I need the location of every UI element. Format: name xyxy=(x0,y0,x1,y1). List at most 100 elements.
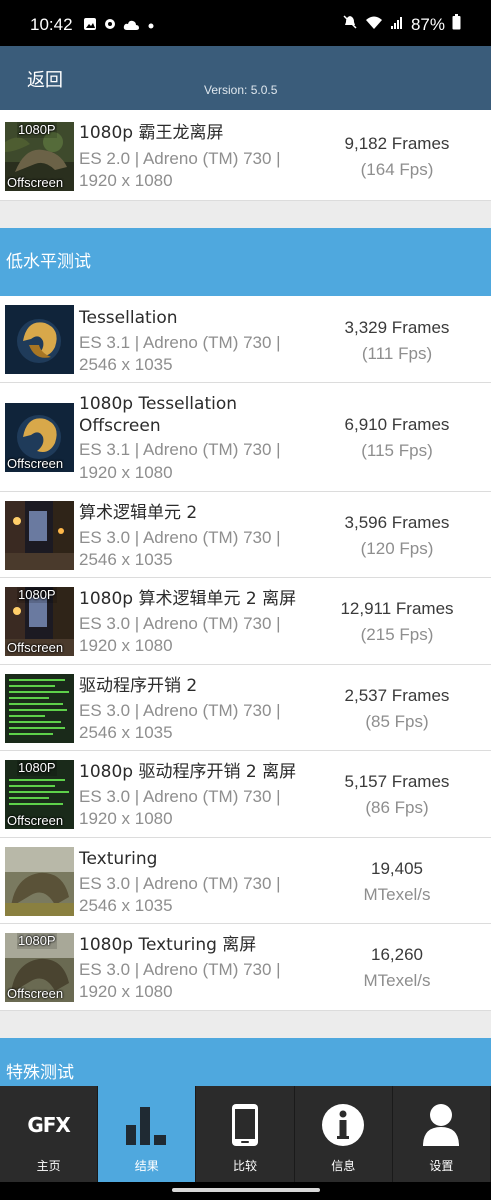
result-row-tessellation[interactable]: Tessellation ES 3.1 | Adreno (TM) 730 | … xyxy=(0,296,491,383)
nav-settings-label: 设置 xyxy=(429,1159,454,1173)
row-api: ES 3.1 | Adreno (TM) 730 | xyxy=(79,333,281,352)
row-resolution: 2546 x 1035 xyxy=(79,896,173,915)
nav-home-label: 主页 xyxy=(36,1159,61,1173)
nav-results-label: 结果 xyxy=(134,1159,159,1173)
row-api: ES 3.1 | Adreno (TM) 730 | xyxy=(79,440,281,459)
row-score: 5,157 Frames xyxy=(344,772,450,791)
row-score-fps: (111 Fps) xyxy=(361,344,433,363)
mute-icon xyxy=(342,14,358,35)
status-bar: 10:42 87% xyxy=(0,0,491,46)
result-row-tessellation-offscreen[interactable]: Offscreen 1080p Tessellation Offscreen E… xyxy=(0,383,491,492)
badge-offscreen: Offscreen xyxy=(7,456,64,471)
status-time: 10:42 xyxy=(30,15,73,34)
thumbnail-texturing xyxy=(5,847,74,916)
result-row-texturing-offscreen[interactable]: 1080P Offscreen 1080p Texturing 离屏 ES 3.… xyxy=(0,924,491,1011)
result-row-alu2-offscreen[interactable]: 1080P Offscreen 1080p 算术逻辑单元 2 离屏 ES 3.0… xyxy=(0,578,491,665)
row-title: 1080p 算术逻辑单元 2 离屏 xyxy=(79,589,297,609)
gfx-logo-icon: GFX xyxy=(27,1113,70,1137)
badge-1080p: 1080P xyxy=(17,122,57,138)
result-row-trex-offscreen[interactable]: 1080P Offscreen 1080p 霸王龙离屏 ES 2.0 | Adr… xyxy=(0,110,491,201)
cloud-icon xyxy=(123,16,140,35)
row-resolution: 2546 x 1035 xyxy=(79,355,173,374)
row-score-fps: (85 Fps) xyxy=(365,712,429,731)
info-icon xyxy=(295,1102,392,1148)
nav-compare[interactable]: 比较 xyxy=(196,1086,295,1182)
row-title: 1080p Texturing 离屏 xyxy=(79,935,257,955)
wifi-icon xyxy=(365,15,383,35)
row-api: ES 3.0 | Adreno (TM) 730 | xyxy=(79,701,281,720)
battery-level: 87% xyxy=(410,14,445,34)
row-score: 3,596 Frames xyxy=(344,513,450,532)
nav-results[interactable]: 结果 xyxy=(98,1086,197,1182)
row-score: 9,182 Frames xyxy=(344,134,450,153)
nav-settings[interactable]: 设置 xyxy=(393,1086,491,1182)
badge-1080p: 1080P xyxy=(17,760,57,776)
row-score-unit: MTexel/s xyxy=(363,885,431,904)
row-score: 6,910 Frames xyxy=(344,415,450,434)
row-resolution: 1920 x 1080 xyxy=(79,463,173,482)
result-row-driver-overhead2-offscreen[interactable]: 1080P Offscreen 1080p 驱动程序开销 2 离屏 ES 3.0… xyxy=(0,751,491,838)
row-score-fps: (86 Fps) xyxy=(365,798,429,817)
nav-info-label: 信息 xyxy=(331,1159,356,1173)
thumbnail-alu2 xyxy=(5,501,74,570)
thumbnail-alu2-offscreen: 1080P Offscreen xyxy=(5,587,74,656)
result-row-texturing[interactable]: Texturing ES 3.0 | Adreno (TM) 730 | 254… xyxy=(0,838,491,924)
image-icon xyxy=(83,16,97,35)
row-api: ES 3.0 | Adreno (TM) 730 | xyxy=(79,787,281,806)
row-api: ES 3.0 | Adreno (TM) 730 | xyxy=(79,528,281,547)
row-title: 算术逻辑单元 2 xyxy=(79,503,198,523)
row-resolution: 1920 x 1080 xyxy=(79,982,173,1001)
row-resolution: 2546 x 1035 xyxy=(79,723,173,742)
row-score-fps: (164 Fps) xyxy=(360,160,434,179)
user-icon xyxy=(393,1102,490,1148)
row-api: ES 3.0 | Adreno (TM) 730 | xyxy=(79,614,281,633)
version-label: Version: 5.0.5 xyxy=(204,83,278,97)
row-resolution: 1920 x 1080 xyxy=(79,171,173,190)
thumbnail-texturing-offscreen: 1080P Offscreen xyxy=(5,933,74,1002)
home-gesture-bar[interactable] xyxy=(172,1188,320,1192)
row-score: 19,405 xyxy=(371,859,423,878)
nav-home[interactable]: GFX 主页 xyxy=(0,1086,99,1182)
app-header: 返回 Version: 5.0.5 xyxy=(0,46,491,110)
dot-icon xyxy=(146,16,156,35)
row-title: 驱动程序开销 2 xyxy=(79,676,198,696)
row-score-unit: MTexel/s xyxy=(363,971,431,990)
badge-1080p: 1080P xyxy=(17,587,57,603)
back-button[interactable]: 返回 xyxy=(27,66,63,92)
badge-offscreen: Offscreen xyxy=(7,986,64,1001)
badge-offscreen: Offscreen xyxy=(7,813,64,828)
row-resolution: 2546 x 1035 xyxy=(79,550,173,569)
result-row-alu2[interactable]: 算术逻辑单元 2 ES 3.0 | Adreno (TM) 730 | 2546… xyxy=(0,492,491,578)
row-score: 16,260 xyxy=(371,945,423,964)
section-header-low-level: 低水平测试 xyxy=(0,228,491,296)
row-title: Texturing xyxy=(79,849,158,869)
results-list[interactable]: 1080P Offscreen 1080p 霸王龙离屏 ES 2.0 | Adr… xyxy=(0,110,491,1086)
section-header-special: 特殊测试 xyxy=(0,1038,491,1086)
signal-icon xyxy=(390,15,404,35)
thumbnail-driver-overhead2-offscreen: 1080P Offscreen xyxy=(5,760,74,829)
row-api: ES 3.0 | Adreno (TM) 730 | xyxy=(79,874,281,893)
row-api: ES 3.0 | Adreno (TM) 730 | xyxy=(79,960,281,979)
thumbnail-trex: 1080P Offscreen xyxy=(5,122,74,191)
thumbnail-tessellation xyxy=(5,305,74,374)
badge-offscreen: Offscreen xyxy=(7,175,64,190)
row-score-fps: (120 Fps) xyxy=(360,539,434,558)
row-resolution: 1920 x 1080 xyxy=(79,636,173,655)
badge-1080p: 1080P xyxy=(17,933,57,949)
row-score: 2,537 Frames xyxy=(344,686,450,705)
row-resolution: 1920 x 1080 xyxy=(79,809,173,828)
row-api: ES 2.0 | Adreno (TM) 730 | xyxy=(79,149,281,168)
phone-icon xyxy=(196,1102,293,1148)
bottom-nav: GFX 主页 结果 比较 信息 设置 xyxy=(0,1086,491,1182)
row-score: 12,911 Frames xyxy=(340,599,454,618)
row-title: 1080p 霸王龙离屏 xyxy=(79,123,224,143)
result-row-driver-overhead2[interactable]: 驱动程序开销 2 ES 3.0 | Adreno (TM) 730 | 2546… xyxy=(0,665,491,751)
row-title: 1080p Tessellation Offscreen xyxy=(79,394,238,436)
row-score-fps: (215 Fps) xyxy=(360,625,434,644)
gear-icon xyxy=(103,16,117,35)
row-score-fps: (115 Fps) xyxy=(361,441,433,460)
row-title: Tessellation xyxy=(79,308,178,328)
nav-compare-label: 比较 xyxy=(233,1159,258,1173)
badge-offscreen: Offscreen xyxy=(7,640,64,655)
nav-info[interactable]: 信息 xyxy=(295,1086,393,1182)
